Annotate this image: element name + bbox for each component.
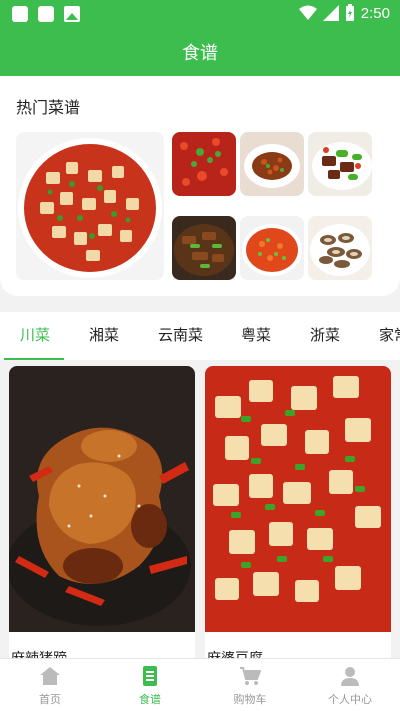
- tab-yunnan[interactable]: 云南菜: [158, 312, 203, 360]
- recipe-image-spicy-trotters[interactable]: [9, 366, 195, 632]
- gallery-icon: [64, 6, 80, 22]
- hot-recipe-image-mapo-tofu[interactable]: [16, 132, 164, 280]
- status-system-icons: 2:50: [298, 4, 390, 22]
- status-notification-icons: [12, 6, 80, 22]
- cart-icon: [240, 667, 261, 685]
- hot-recipe-image-pepper-beef[interactable]: [308, 132, 372, 196]
- hot-recipes-card: 热门菜谱: [0, 76, 400, 296]
- nav-cart[interactable]: 购物车: [200, 659, 300, 711]
- recipe-grid: 麻辣猪蹄: [0, 360, 400, 658]
- nav-home[interactable]: 首页: [0, 659, 100, 711]
- tab-cantonese[interactable]: 粤菜: [241, 312, 271, 360]
- tab-zhejiang[interactable]: 浙菜: [310, 312, 340, 360]
- tab-sichuan[interactable]: 川菜: [20, 312, 50, 360]
- notification-icon: [12, 6, 28, 22]
- cuisine-tabs: 川菜 湘菜 云南菜 粤菜 浙菜 家常: [0, 312, 400, 360]
- hot-recipe-image-chili-fish[interactable]: [172, 132, 236, 196]
- bottom-nav: 首页 食谱 购物车 个人中心: [0, 658, 400, 711]
- hot-recipe-image-mushroom-slices[interactable]: [308, 216, 372, 280]
- hot-recipe-image-stir-fry-beef[interactable]: [172, 216, 236, 280]
- page-title: 食谱: [182, 43, 218, 64]
- nav-home-label: 首页: [39, 693, 61, 706]
- tab-hunan[interactable]: 湘菜: [89, 312, 119, 360]
- hot-recipes-title: 热门菜谱: [16, 98, 81, 117]
- status-bar: 2:50: [0, 0, 400, 28]
- app-bar: 食谱: [0, 28, 400, 76]
- notification-icon: [38, 6, 54, 22]
- wifi-icon: [298, 5, 317, 20]
- nav-cart-label: 购物车: [233, 693, 267, 706]
- recipe-name: 麻辣猪蹄: [11, 648, 67, 658]
- recipe-image-mapo-tofu[interactable]: [205, 366, 391, 632]
- tab-home-style[interactable]: 家常: [379, 312, 400, 360]
- recipe-card[interactable]: 麻婆豆腐: [205, 366, 391, 658]
- recipe-name: 麻婆豆腐: [207, 648, 263, 658]
- recipe-card[interactable]: 麻辣猪蹄: [9, 366, 195, 658]
- nav-profile-label: 个人中心: [328, 693, 372, 706]
- nav-recipes-label: 食谱: [139, 693, 161, 706]
- nav-recipes[interactable]: 食谱: [100, 659, 200, 711]
- recipe-icon: [143, 666, 157, 686]
- battery-icon: [345, 4, 354, 21]
- hot-recipe-image-kung-pao[interactable]: [240, 132, 304, 196]
- nav-profile[interactable]: 个人中心: [300, 659, 400, 711]
- hot-recipe-image-chopped-pepper[interactable]: [240, 216, 304, 280]
- home-icon: [40, 667, 60, 685]
- status-time: 2:50: [360, 4, 390, 22]
- person-icon: [341, 667, 359, 686]
- signal-icon: [322, 5, 339, 21]
